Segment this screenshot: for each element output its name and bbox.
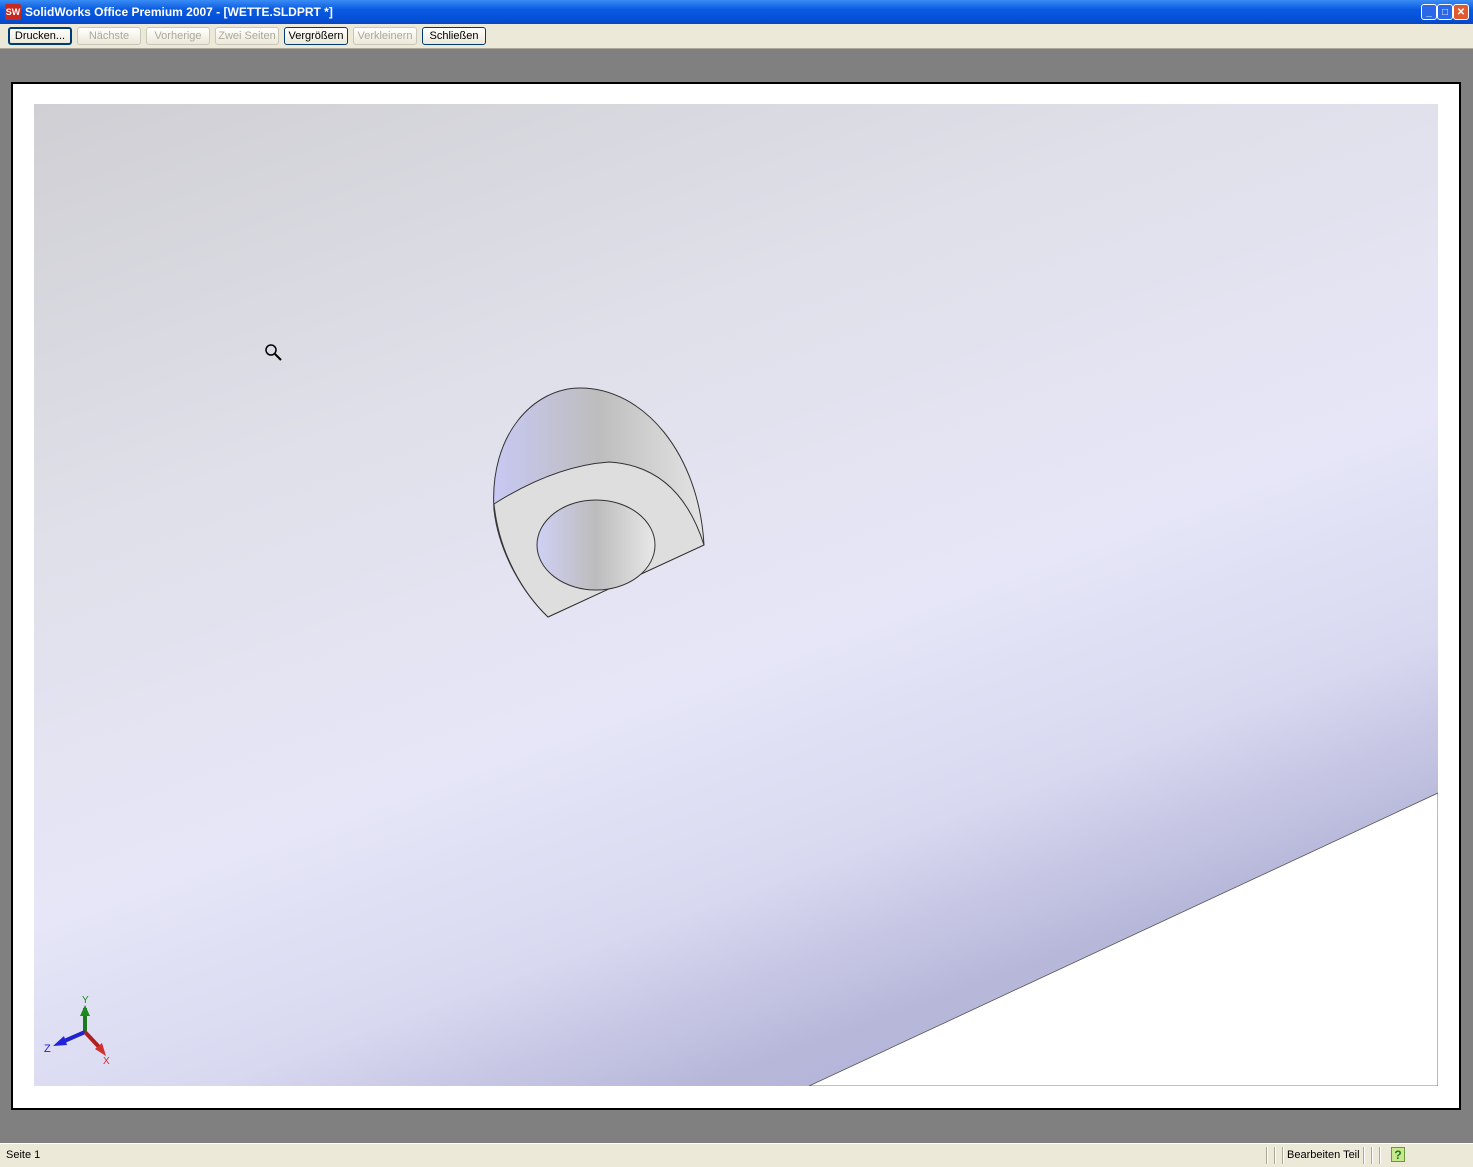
part-hole bbox=[536, 499, 656, 591]
zoom-out-button[interactable]: Verkleinern bbox=[353, 27, 417, 45]
next-page-button[interactable]: Nächste bbox=[77, 27, 141, 45]
status-mode: Bearbeiten Teil bbox=[1287, 1149, 1360, 1161]
window-title: SolidWorks Office Premium 2007 - [WETTE.… bbox=[25, 5, 333, 19]
zoom-in-button[interactable]: Vergrößern bbox=[284, 27, 348, 45]
maximize-button[interactable]: □ bbox=[1437, 4, 1453, 20]
x-axis-label: X bbox=[103, 1056, 110, 1067]
page-indicator: Seite 1 bbox=[6, 1149, 41, 1161]
solidworks-logo-icon: SW bbox=[5, 4, 21, 20]
axis-triad-icon: Y Z X bbox=[44, 995, 110, 1067]
title-bar: SW SolidWorks Office Premium 2007 - [WET… bbox=[0, 0, 1473, 24]
y-axis-label: Y bbox=[82, 995, 89, 1006]
help-icon[interactable]: ? bbox=[1391, 1147, 1405, 1162]
two-pages-button[interactable]: Zwei Seiten bbox=[215, 27, 279, 45]
model-view[interactable]: Y Z X bbox=[34, 104, 1438, 1086]
minimize-button[interactable]: _ bbox=[1421, 4, 1437, 20]
magnifier-cursor-icon bbox=[265, 344, 282, 361]
model-edge-face bbox=[808, 792, 1438, 1086]
z-axis-label: Z bbox=[44, 1043, 51, 1055]
close-button[interactable]: ✕ bbox=[1453, 4, 1469, 20]
previous-page-button[interactable]: Vorherige bbox=[146, 27, 210, 45]
print-button[interactable]: Drucken... bbox=[8, 27, 72, 45]
close-preview-button[interactable]: Schließen bbox=[422, 27, 486, 45]
print-preview-toolbar: Drucken... Nächste Vorherige Zwei Seiten… bbox=[0, 24, 1473, 49]
status-bar: Seite 1 Bearbeiten Teil ? bbox=[0, 1143, 1473, 1167]
